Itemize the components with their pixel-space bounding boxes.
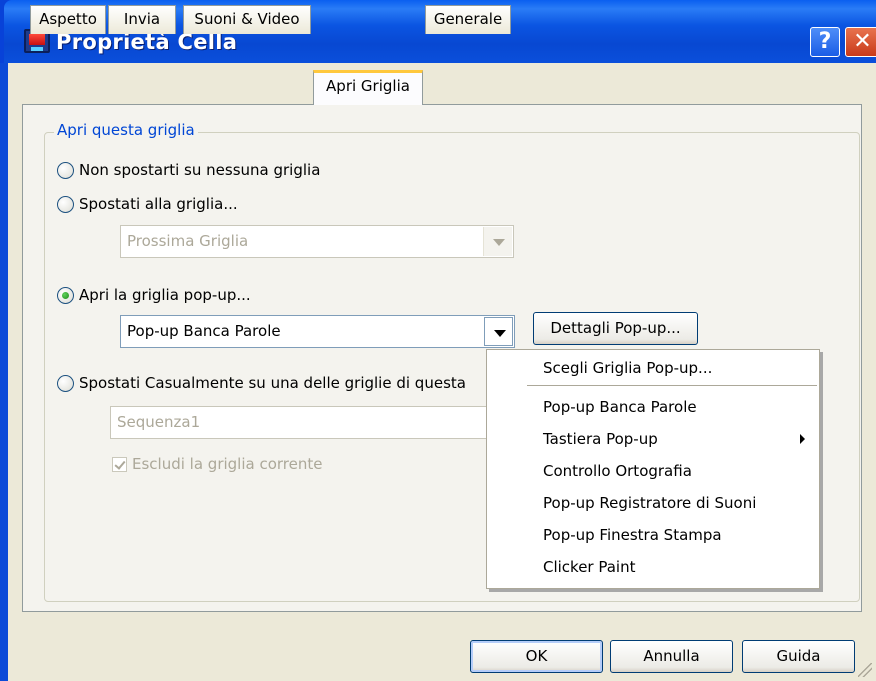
window-frame: [0, 63, 8, 681]
radio-button[interactable]: [57, 195, 74, 213]
submenu-arrow-icon: [800, 434, 805, 444]
menu-item-sound-recorder[interactable]: Pop-up Registratore di Suoni: [487, 488, 819, 520]
chevron-down-icon[interactable]: [484, 317, 513, 346]
dialog-window: Proprietà Cella ? ✕ Aspetto Invia Suoni …: [0, 0, 876, 681]
ok-button[interactable]: OK: [470, 640, 603, 673]
combo-value: Prossima Griglia: [127, 232, 249, 250]
checkbox-icon[interactable]: [112, 456, 127, 472]
checkbox-label: Escludi la griglia corrente: [132, 455, 323, 473]
menu-item-spell-check[interactable]: Controllo Ortografia: [487, 456, 819, 488]
menu-separator: [527, 385, 817, 386]
radio-label: Non spostarti su nessuna griglia: [79, 161, 321, 179]
menu-item-label: Tastiera Pop-up: [543, 430, 658, 448]
next-grid-combo[interactable]: Prossima Griglia: [120, 225, 514, 258]
radio-button[interactable]: [57, 286, 74, 304]
resize-grip-icon[interactable]: [858, 663, 872, 677]
close-icon[interactable]: ✕: [845, 27, 876, 57]
tab-suoni-video[interactable]: Suoni & Video: [183, 5, 311, 34]
radio-open-popup[interactable]: Apri la griglia pop-up...: [57, 284, 251, 306]
popup-grid-combo[interactable]: Pop-up Banca Parole: [120, 315, 515, 348]
group-label: Apri questa griglia: [54, 121, 198, 139]
radio-move-to-grid[interactable]: Spostati alla griglia...: [57, 193, 238, 215]
combo-value: Sequenza1: [117, 413, 201, 431]
help-button[interactable]: Guida: [742, 640, 855, 673]
cancel-button[interactable]: Annulla: [610, 640, 733, 673]
radio-label: Spostati alla griglia...: [79, 195, 238, 213]
chevron-down-icon[interactable]: [483, 227, 512, 256]
tab-generale[interactable]: Generale: [425, 5, 511, 34]
tab-aspetto[interactable]: Aspetto: [30, 5, 106, 34]
radio-button[interactable]: [57, 161, 74, 179]
menu-item-print-window[interactable]: Pop-up Finestra Stampa: [487, 520, 819, 552]
radio-no-move[interactable]: Non spostarti su nessuna griglia: [57, 159, 320, 181]
radio-random-move[interactable]: Spostati Casualmente su una delle grigli…: [57, 372, 466, 394]
radio-label: Spostati Casualmente su una delle grigli…: [79, 374, 466, 392]
popup-grid-dropdown-menu: Scegli Griglia Pop-up... Pop-up Banca Pa…: [486, 349, 820, 589]
menu-item-keyboard-popup[interactable]: Tastiera Pop-up: [487, 424, 819, 456]
menu-item-word-bank[interactable]: Pop-up Banca Parole: [487, 392, 819, 424]
menu-item-choose-popup-grid[interactable]: Scegli Griglia Pop-up...: [487, 353, 819, 385]
sequence-combo[interactable]: Sequenza1: [110, 406, 490, 439]
radio-button[interactable]: [57, 374, 74, 392]
tab-apri-griglia[interactable]: Apri Griglia: [313, 70, 423, 105]
help-caption-button[interactable]: ?: [810, 27, 840, 57]
exclude-current-grid-checkbox[interactable]: Escludi la griglia corrente: [112, 454, 322, 474]
combo-value: Pop-up Banca Parole: [127, 322, 281, 340]
menu-item-clicker-paint[interactable]: Clicker Paint: [487, 552, 819, 584]
popup-details-button[interactable]: Dettagli Pop-up...: [533, 312, 698, 345]
tab-invia[interactable]: Invia: [108, 5, 176, 34]
radio-label: Apri la griglia pop-up...: [79, 286, 251, 304]
